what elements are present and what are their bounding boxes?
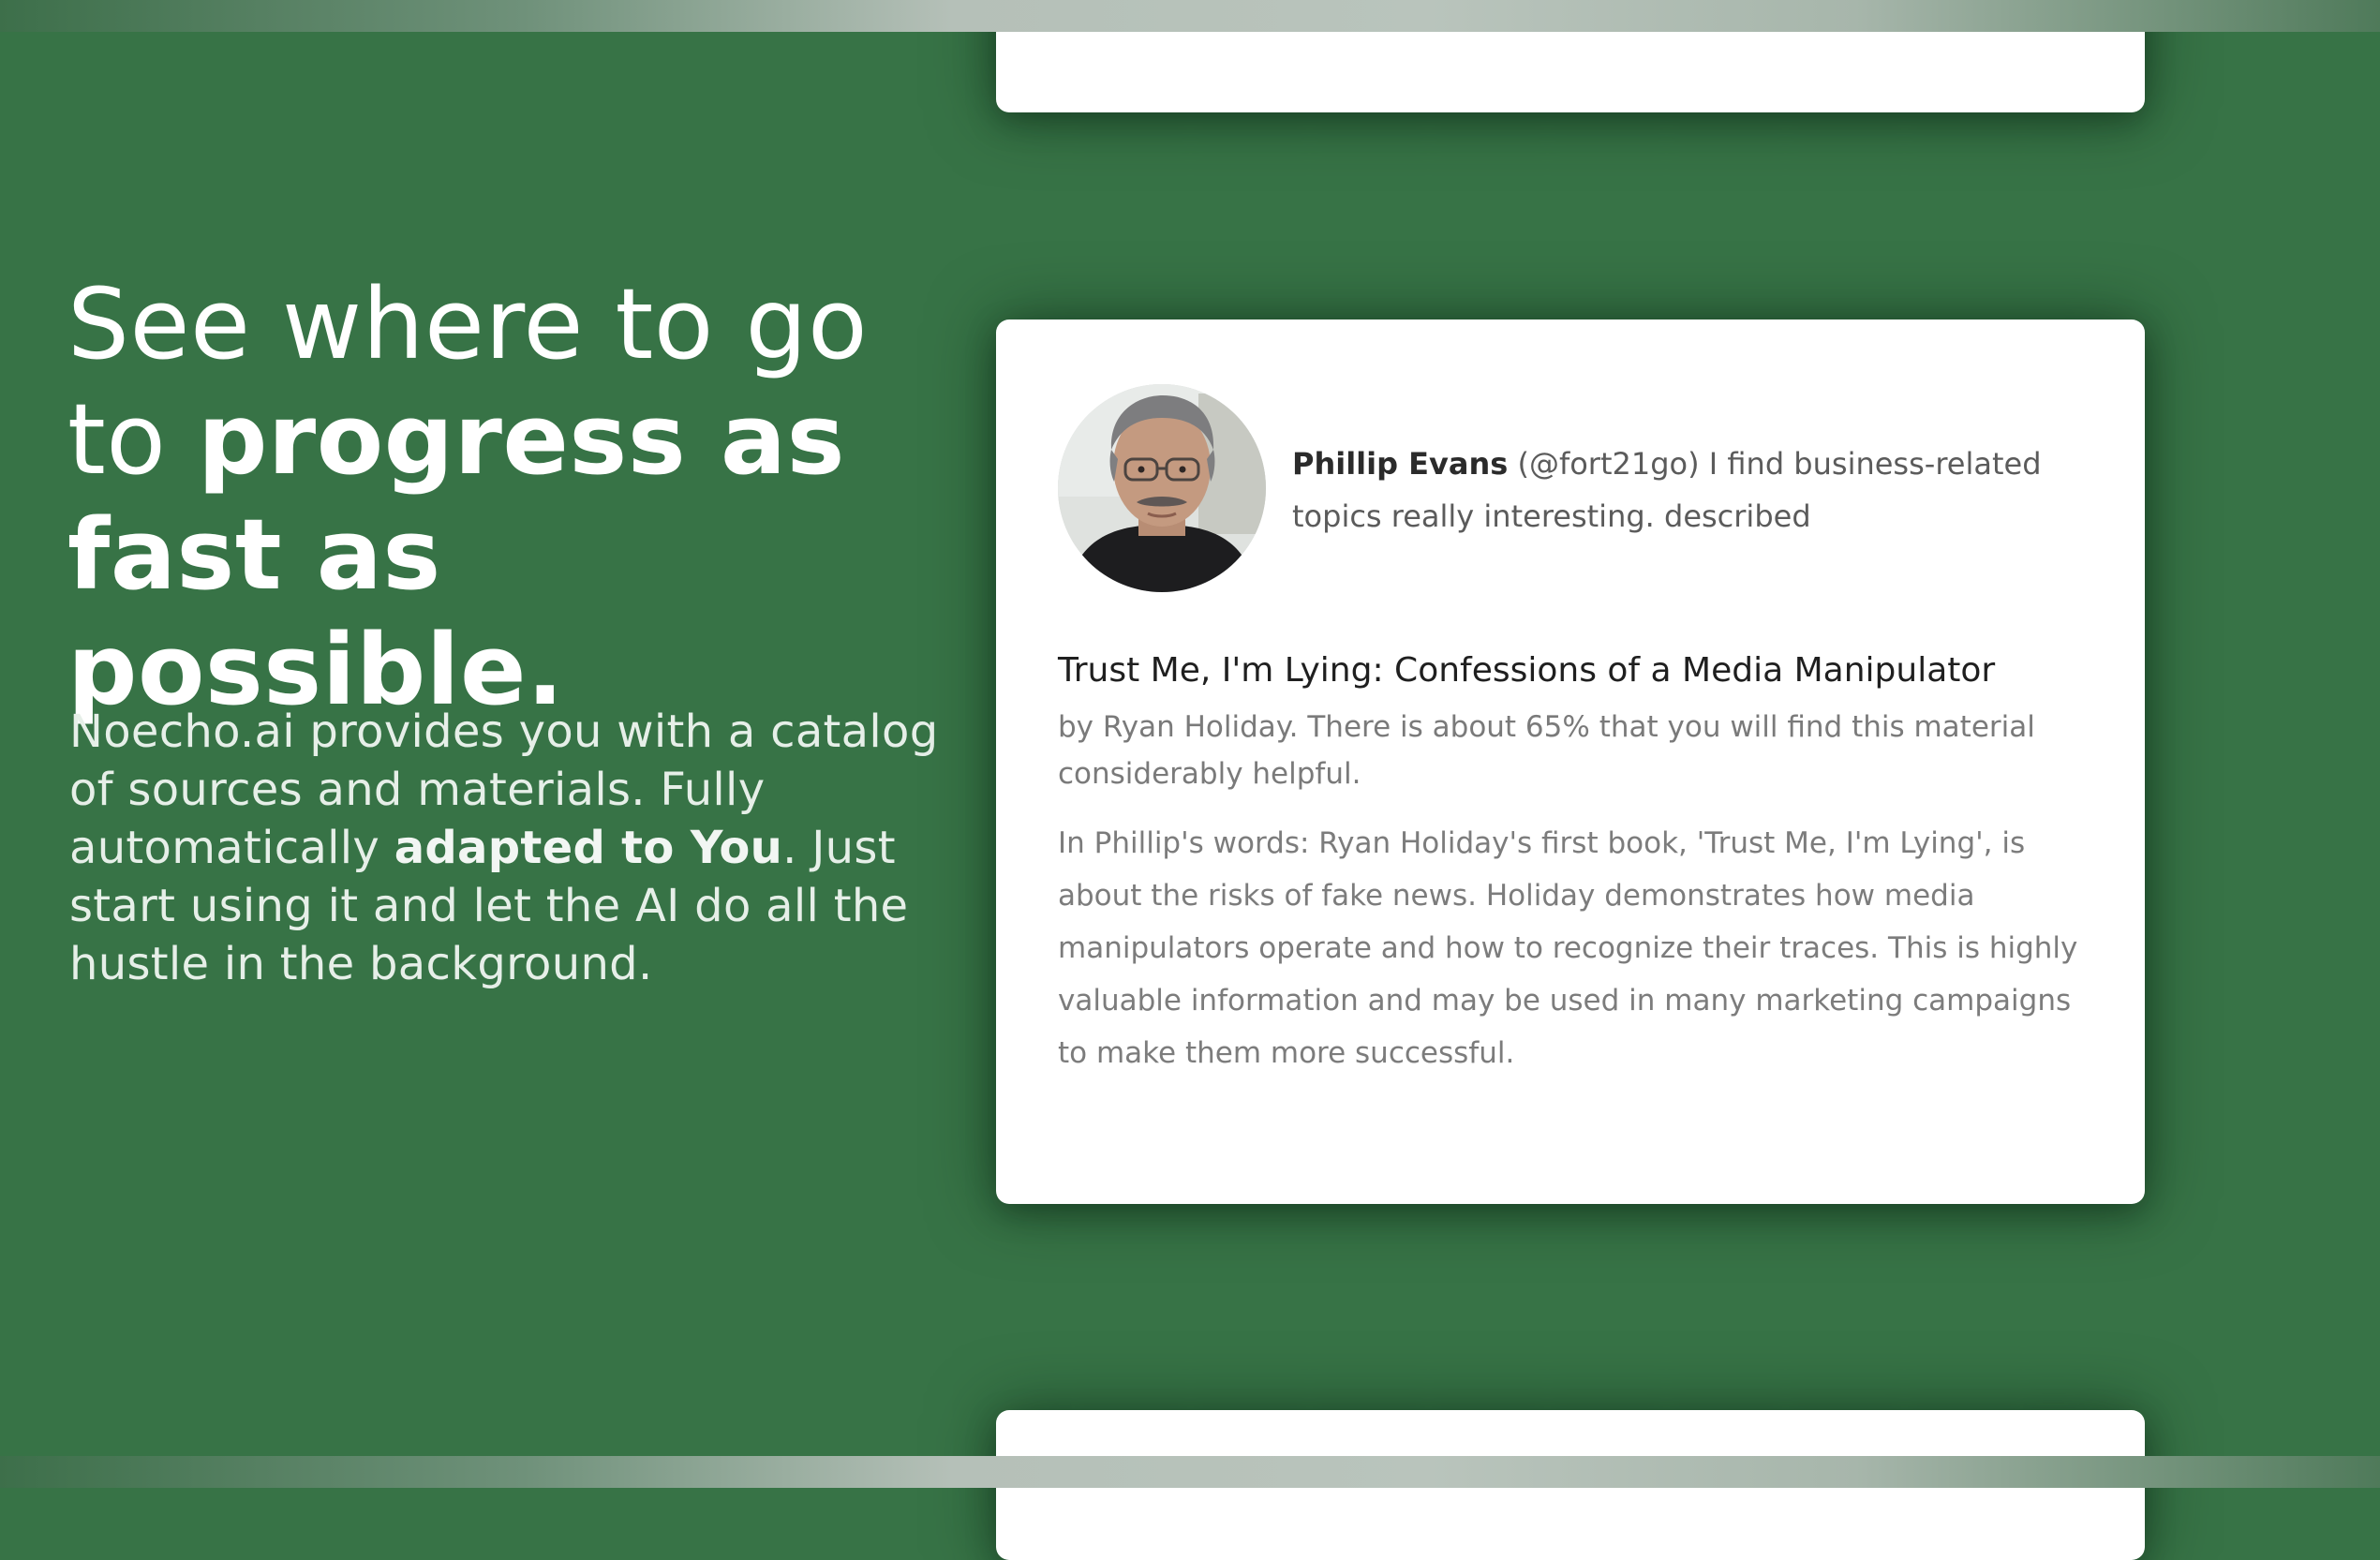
- book-title[interactable]: Trust Me, I'm Lying: Confessions of a Me…: [1058, 646, 2107, 695]
- book-review: In Phillip's words: Ryan Holiday's first…: [1058, 826, 2078, 1070]
- user-avatar: [1058, 384, 1266, 592]
- recommendation-card[interactable]: Phillip Evans (@fort21go) I find busines…: [996, 319, 2145, 1204]
- intro-emphasis: adapted to You: [394, 822, 783, 874]
- book-meta: by Ryan Holiday. There is about 65% that…: [1058, 710, 2035, 791]
- hero-intro: Noecho.ai provides you with a catalog of…: [69, 703, 969, 993]
- user-summary: Phillip Evans (@fort21go) I find busines…: [1292, 438, 2117, 542]
- bottom-scroll-fade: [0, 1456, 2380, 1488]
- user-portrait-image: [1058, 384, 1266, 592]
- top-scroll-fade: [0, 0, 2380, 32]
- hero-headline: See where to go to progress as fast as p…: [67, 267, 967, 728]
- user-handle[interactable]: (@fort21go): [1517, 446, 1699, 482]
- user-name[interactable]: Phillip Evans: [1292, 446, 1508, 482]
